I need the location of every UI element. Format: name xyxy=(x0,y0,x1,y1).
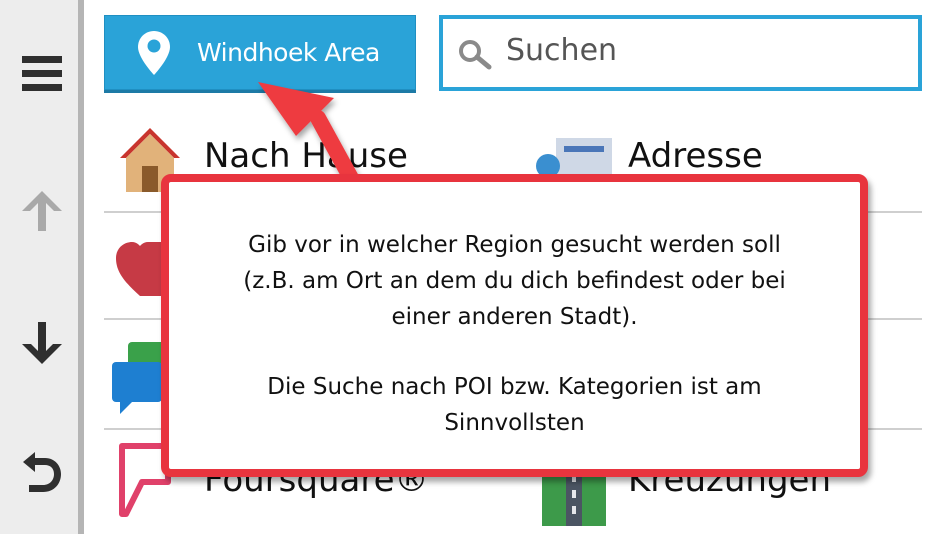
callout-text: (z.B. am Ort an dem du dich befindest od… xyxy=(243,268,786,294)
callout-text: Gib vor in welcher Region gesucht werden… xyxy=(248,232,781,258)
callout-text: Die Suche nach POI bzw. Kategorien ist a… xyxy=(267,374,762,400)
callout-text: einer anderen Stadt). xyxy=(391,304,638,330)
callout-text: Sinnvollsten xyxy=(444,410,585,436)
tooltip-callout: Gib vor in welcher Region gesucht werden… xyxy=(161,174,868,477)
arrow-icon xyxy=(258,82,360,188)
